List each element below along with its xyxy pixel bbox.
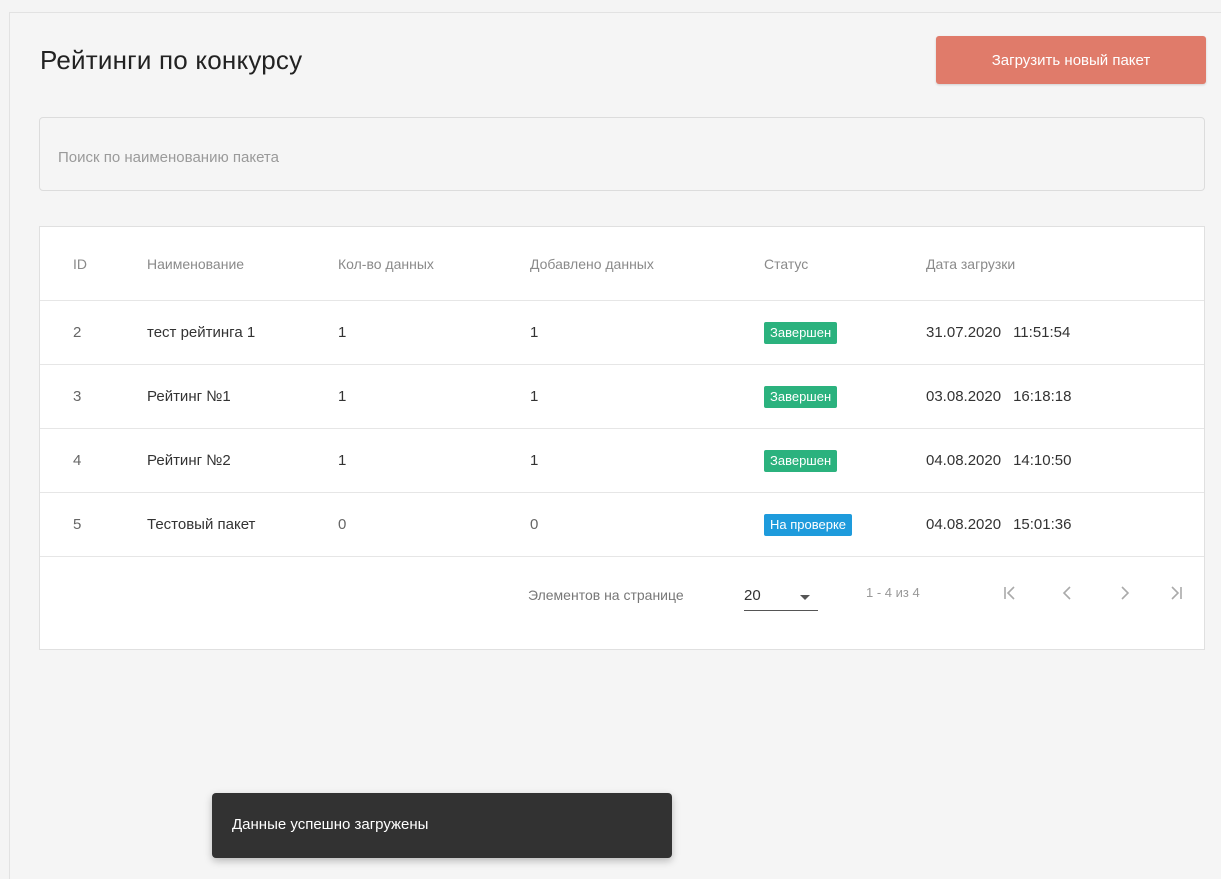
row-total: 1: [338, 388, 347, 405]
paginator: Элементов на странице 20 1 - 4 из 4: [40, 557, 1204, 649]
upload-new-package-button[interactable]: Загрузить новый пакет: [936, 36, 1206, 84]
row-status: Завершен: [764, 429, 838, 493]
row-date-value: 04.08.2020: [926, 516, 1002, 533]
status-badge: Завершен: [764, 450, 838, 473]
row-added: 1: [530, 388, 539, 405]
status-badge: На проверке: [764, 514, 853, 537]
search-input[interactable]: [56, 144, 1160, 170]
row-name: Тестовый пакет: [147, 516, 256, 533]
table-row[interactable]: 3 Рейтинг №1 1 1 Завершен 03.08.2020 16:1…: [40, 365, 1204, 429]
row-name: Рейтинг №1: [147, 388, 231, 405]
page-size-value: 20: [744, 587, 761, 604]
search-box: [39, 117, 1205, 191]
row-date-value: 04.08.2020: [926, 452, 1002, 469]
row-date-value: 31.07.2020: [926, 324, 1002, 341]
header-added: Добавлено данных: [530, 256, 654, 272]
row-status: Завершен: [764, 365, 838, 429]
row-id: 4: [73, 452, 82, 469]
row-added: 0: [530, 516, 539, 533]
row-name: тест рейтинга 1: [147, 324, 256, 341]
row-date: 04.08.2020 14:10:50: [926, 429, 1071, 493]
row-time-value: 11:51:54: [1013, 324, 1071, 341]
table-row[interactable]: 2 тест рейтинга 1 1 1 Завершен 31.07.202…: [40, 301, 1204, 365]
row-total: 1: [338, 324, 347, 341]
first-page-icon[interactable]: [996, 583, 1024, 607]
header-total: Кол-во данных: [338, 256, 434, 272]
page-size-select[interactable]: 20: [744, 585, 818, 611]
row-date: 31.07.2020 11:51:54: [926, 301, 1070, 365]
row-added: 1: [530, 324, 539, 341]
page-size-label: Элементов на странице: [528, 587, 684, 603]
table-header-row: ID Наименование Кол-во данных Добавлено …: [40, 227, 1204, 301]
row-id: 2: [73, 324, 82, 341]
page-range: 1 - 4 из 4: [866, 585, 920, 600]
row-date-value: 03.08.2020: [926, 388, 1002, 405]
snackbar-toast: Данные успешно загружены: [212, 793, 672, 858]
row-time-value: 16:18:18: [1013, 388, 1072, 405]
last-page-icon[interactable]: [1162, 583, 1190, 607]
page-container: Рейтинги по конкурсу Загрузить новый пак…: [9, 12, 1221, 879]
row-date: 04.08.2020 15:01:36: [926, 493, 1071, 557]
dropdown-arrow-icon: [800, 595, 810, 600]
chevron-left-icon[interactable]: [1054, 583, 1082, 607]
page-title: Рейтинги по конкурсу: [40, 45, 303, 75]
row-id: 3: [73, 388, 82, 405]
status-badge: Завершен: [764, 322, 838, 345]
row-status: Завершен: [764, 301, 838, 365]
status-badge: Завершен: [764, 386, 838, 409]
table-row[interactable]: 4 Рейтинг №2 1 1 Завершен 04.08.2020 14:1…: [40, 429, 1204, 493]
row-time-value: 14:10:50: [1013, 452, 1072, 469]
row-total: 0: [338, 516, 347, 533]
row-id: 5: [73, 516, 82, 533]
row-date: 03.08.2020 16:18:18: [926, 365, 1071, 429]
row-status: На проверке: [764, 493, 853, 557]
row-name: Рейтинг №2: [147, 452, 231, 469]
row-added: 1: [530, 452, 539, 469]
header-name: Наименование: [147, 256, 245, 272]
table-row[interactable]: 5 Тестовый пакет 0 0 На проверке 04.08.2…: [40, 493, 1204, 557]
chevron-right-icon[interactable]: [1110, 583, 1138, 607]
header-id: ID: [73, 256, 87, 272]
header-date: Дата загрузки: [926, 256, 1016, 272]
row-total: 1: [338, 452, 347, 469]
ratings-table: ID Наименование Кол-во данных Добавлено …: [39, 226, 1205, 650]
header-status: Статус: [764, 256, 809, 272]
row-time-value: 15:01:36: [1013, 516, 1072, 533]
toast-message: Данные успешно загружены: [232, 816, 429, 833]
